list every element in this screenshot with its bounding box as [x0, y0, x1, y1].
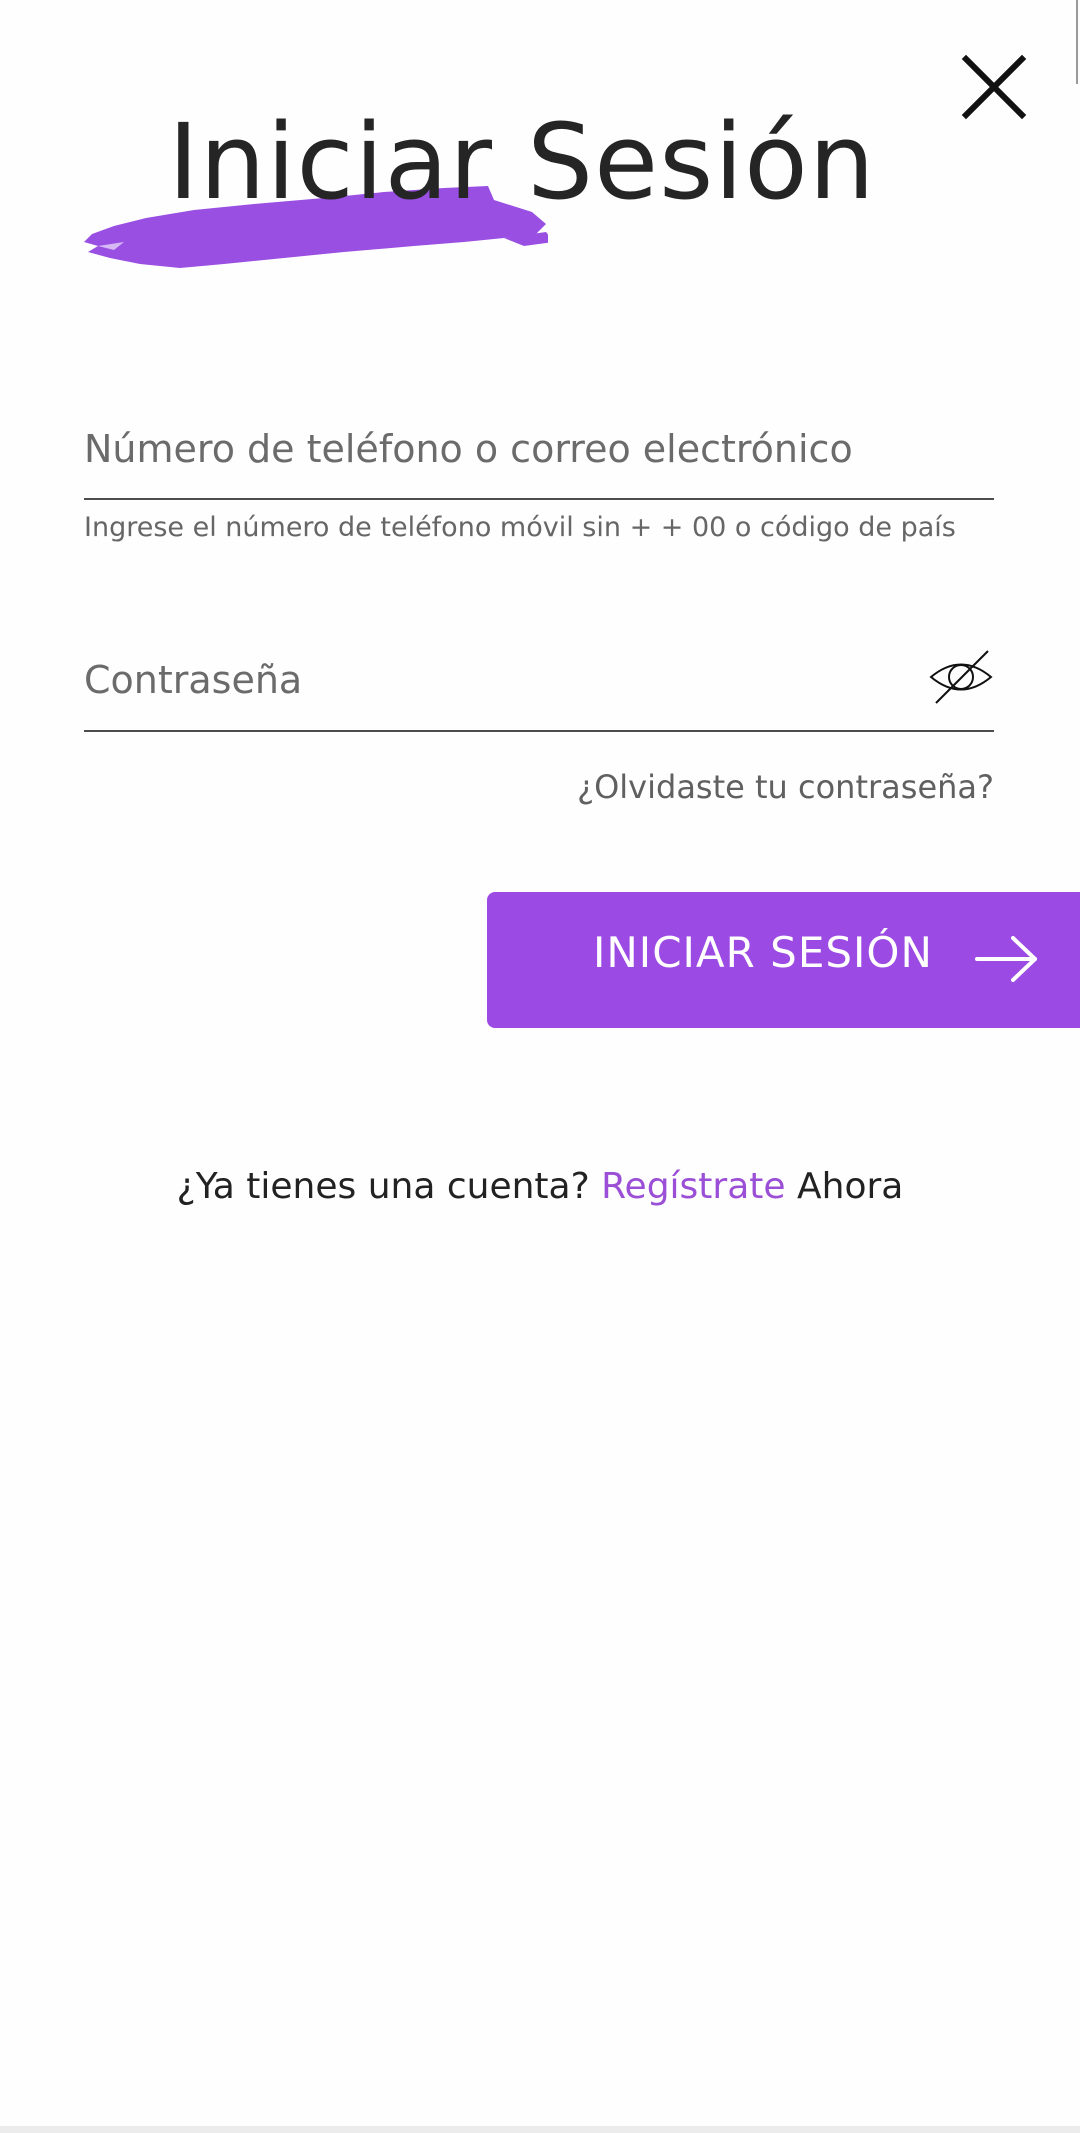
toggle-password-visibility-button[interactable]	[928, 648, 994, 706]
login-screen: Iniciar Sesión Ingrese el número de telé…	[0, 0, 1080, 2133]
signup-link[interactable]: Regístrate	[601, 1166, 785, 1207]
scroll-edge-indicator	[1076, 0, 1078, 84]
password-field	[84, 630, 994, 732]
close-button[interactable]	[960, 53, 1028, 121]
page-title: Iniciar Sesión	[168, 101, 876, 223]
phone-helper-text: Ingrese el número de teléfono móvil sin …	[84, 512, 956, 543]
title-area: Iniciar Sesión	[80, 100, 875, 280]
eye-off-icon	[929, 650, 993, 704]
signup-suffix-text: Ahora	[797, 1166, 904, 1207]
close-icon	[961, 54, 1027, 120]
login-button[interactable]: INICIAR SESIÓN	[487, 892, 1080, 1028]
arrow-right-icon	[975, 934, 1039, 984]
login-button-label: INICIAR SESIÓN	[593, 928, 933, 977]
signup-prompt: ¿Ya tienes una cuenta? Regístrate Ahora	[0, 1166, 1080, 1207]
phone-email-input[interactable]	[84, 400, 994, 498]
signup-prompt-text: ¿Ya tienes una cuenta?	[176, 1166, 590, 1207]
phone-email-field	[84, 400, 994, 500]
forgot-password-link[interactable]: ¿Olvidaste tu contraseña?	[577, 768, 994, 806]
password-input[interactable]	[84, 630, 994, 730]
bottom-edge	[0, 2126, 1080, 2133]
